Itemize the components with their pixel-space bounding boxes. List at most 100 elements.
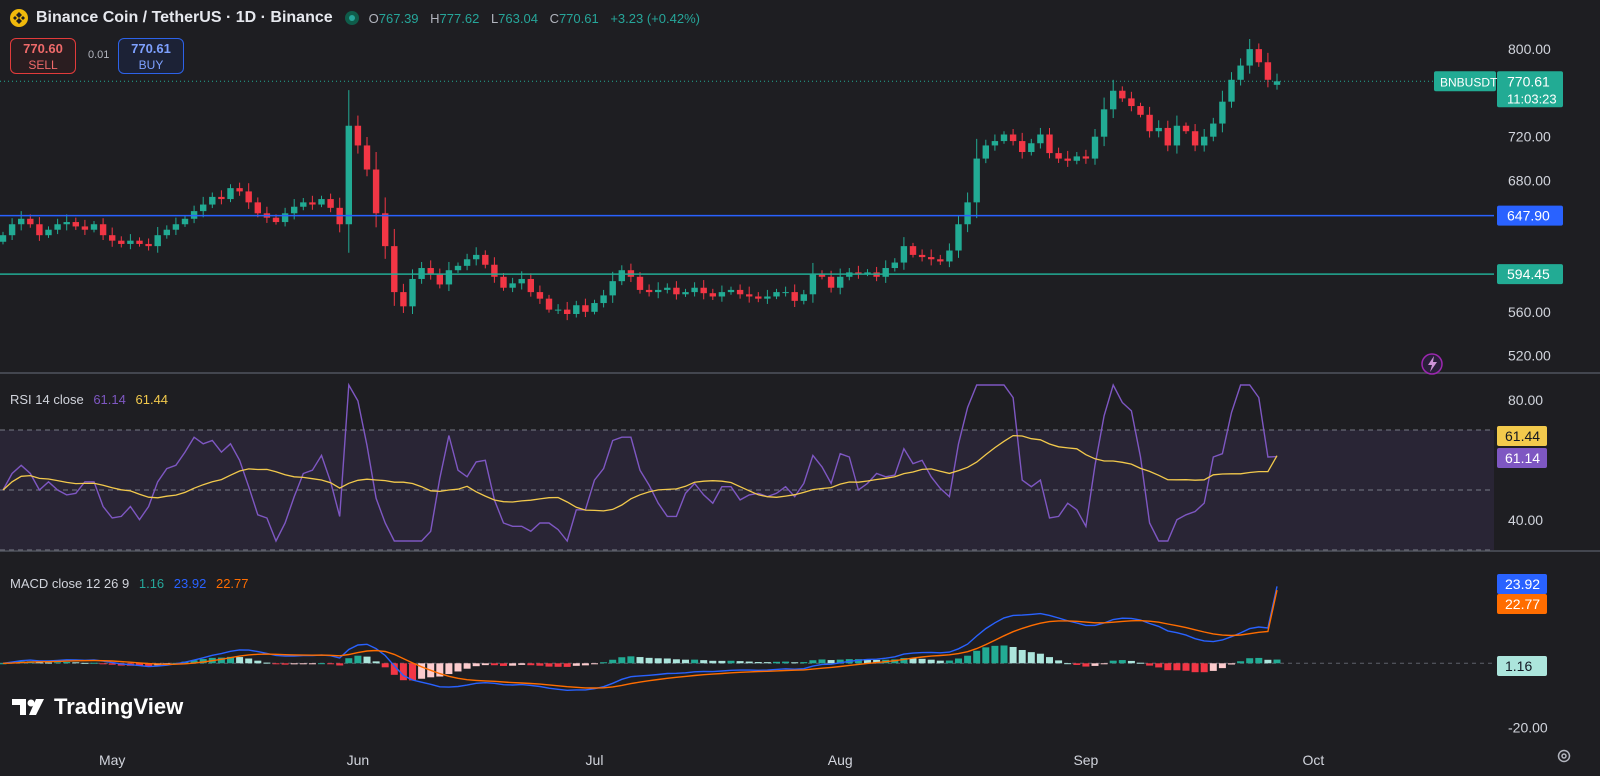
macd-hist-bar: [318, 663, 325, 665]
macd-hist-bar: [1036, 653, 1044, 664]
macd-hist-bar: [745, 661, 753, 664]
macd-hist-bar: [609, 659, 617, 664]
candle-body: [928, 257, 935, 260]
candle-body: [564, 309, 571, 314]
macd-hist-bar: [72, 662, 80, 664]
countdown-label: 11:03:23: [1507, 91, 1557, 106]
macd-hist-bar: [581, 663, 589, 666]
macd-hist-bar: [281, 663, 289, 665]
candle-body: [1210, 123, 1217, 137]
candle-body: [236, 188, 243, 192]
candle-body: [1028, 143, 1035, 153]
candle-body: [427, 268, 434, 274]
candle-body: [345, 125, 352, 225]
candle-body: [691, 287, 698, 293]
candle-body: [391, 246, 398, 293]
candle-body: [1110, 90, 1117, 110]
candle-body: [291, 206, 298, 214]
macd-hist-bar: [663, 658, 671, 664]
candle-body: [1146, 114, 1153, 132]
macd-hist-bar: [445, 663, 453, 675]
time-tick-label: May: [99, 752, 125, 768]
macd-hist-bar: [736, 661, 744, 664]
candle-body: [946, 250, 953, 262]
macd-tick-label: -20.00: [1508, 720, 1548, 736]
macd-value: 23.92: [173, 576, 207, 591]
macd-hist-bar: [554, 663, 562, 667]
macd-hist-bar: [709, 660, 717, 664]
chart-canvas[interactable]: 800.00 720.00 680.00 560.00 520.00 647.90 594.…: [0, 0, 1600, 776]
macd-hist-bar: [1000, 645, 1008, 664]
macd-hist-bar: [1164, 663, 1172, 671]
macd-hist-bar: [472, 663, 480, 667]
macd-legend[interactable]: MACD close 12 26 9 1.16 23.92 22.77: [10, 576, 249, 591]
candle-body: [72, 222, 79, 227]
candle-body: [782, 292, 789, 294]
macd-hist-bar: [636, 657, 644, 664]
candle-body: [118, 240, 125, 244]
candle-body: [363, 145, 371, 170]
macd-hist-bar: [627, 656, 635, 664]
rsi-tick-label: 80.00: [1508, 392, 1543, 408]
macd-hist-bar: [372, 661, 380, 664]
candle-body: [1100, 109, 1108, 137]
macd-hist-bar: [1228, 663, 1235, 665]
candle-body: [172, 224, 180, 230]
candle-body: [918, 254, 926, 258]
candle-body: [1128, 98, 1135, 107]
macd-hist-bar: [527, 663, 535, 666]
price-tick-label: 680.00: [1508, 172, 1551, 188]
macd-hist-bar: [518, 663, 526, 665]
candle-body: [964, 202, 971, 225]
candle-body: [473, 254, 480, 260]
candle-body: [909, 246, 917, 255]
candle-body: [209, 196, 216, 205]
macd-hist-bar: [1173, 663, 1181, 671]
candle-body: [1273, 81, 1281, 85]
candle-body: [791, 292, 798, 301]
macd-hist-bar: [754, 662, 762, 664]
candle-body: [1246, 49, 1253, 66]
candle-body: [54, 224, 61, 230]
tradingview-logo[interactable]: TradingView: [12, 694, 183, 720]
rsi-value: 61.14: [93, 392, 126, 407]
candle-body: [1264, 62, 1272, 80]
candle-body: [937, 259, 944, 262]
candle-body: [8, 224, 16, 236]
macd-hist-bar: [591, 663, 598, 665]
candle-body: [90, 224, 98, 230]
candle-body: [955, 224, 962, 251]
macd-hist-bar: [399, 663, 407, 681]
rsi-legend[interactable]: RSI 14 close 61.14 61.44: [10, 392, 168, 407]
signal-tag: 22.77: [1505, 596, 1540, 612]
macd-hist-bar: [1273, 659, 1281, 664]
candle-body: [1201, 136, 1208, 146]
candle-body: [300, 202, 307, 207]
candle-body: [582, 305, 589, 312]
time-tick-label: Oct: [1303, 752, 1325, 768]
candle-body: [1037, 134, 1044, 144]
candle-body: [482, 254, 489, 265]
candle-body: [354, 125, 362, 146]
candle-body: [718, 292, 726, 297]
candle-body: [218, 196, 225, 200]
last-price-label: 770.61: [1507, 73, 1550, 89]
price-tick-label: 520.00: [1508, 348, 1551, 364]
candle-body: [63, 222, 70, 225]
candle-body: [700, 287, 707, 294]
candle-body: [1046, 134, 1053, 154]
candle-body: [837, 276, 844, 288]
candle-body: [254, 202, 261, 214]
macd-hist-bar: [654, 658, 662, 664]
macd-hist-bar: [545, 663, 553, 667]
rsi-tag: 61.14: [1505, 450, 1540, 466]
candle-body: [618, 270, 625, 282]
candle-body: [1073, 156, 1080, 161]
macd-hist-bar: [290, 663, 298, 665]
settings-gear-icon[interactable]: [1556, 748, 1572, 764]
macd-hist-bar: [481, 663, 489, 666]
macd-hist-bar: [1064, 663, 1072, 665]
candle-body: [145, 243, 152, 247]
candle-body: [382, 213, 389, 247]
tradingview-mark-icon: [12, 699, 44, 715]
